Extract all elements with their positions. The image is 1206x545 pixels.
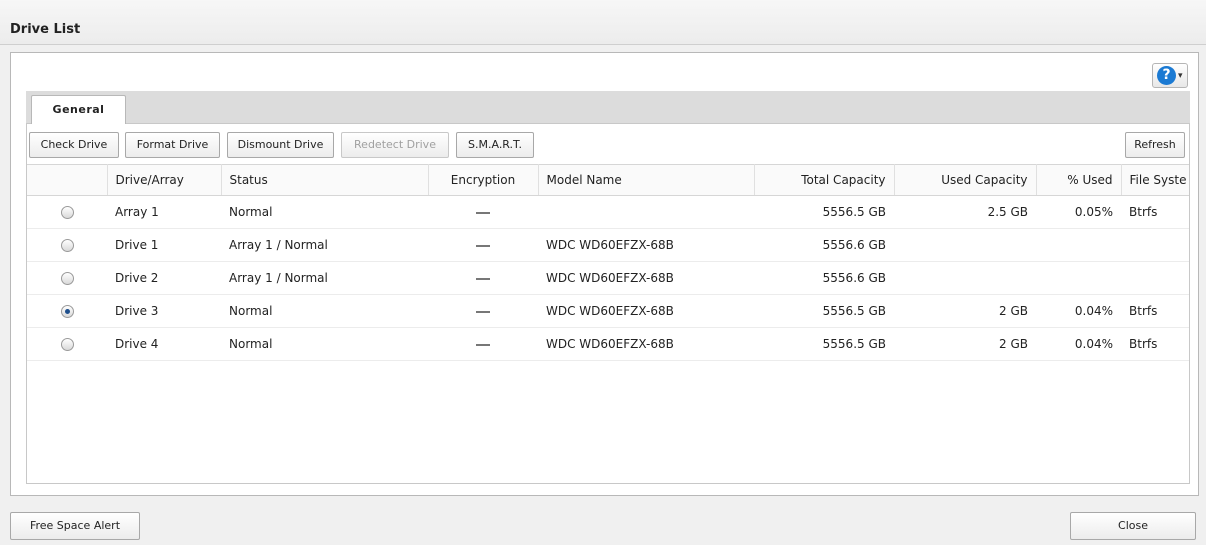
encryption-none-icon [476,310,490,313]
file-system [1121,261,1189,295]
model-name: WDC WD60EFZX-68B [538,261,754,295]
table-row[interactable]: Drive 3 Normal WDC WD60EFZX-68B 5556.5 G… [27,294,1189,328]
column-header-select [27,164,108,196]
total-capacity: 5556.5 GB [754,294,894,328]
total-capacity: 5556.5 GB [754,327,894,361]
tab-general[interactable]: General [31,95,126,124]
free-space-alert-button[interactable]: Free Space Alert [10,512,140,540]
drive-table: Drive/Array Status Encryption Model Name… [27,164,1189,361]
table-row[interactable]: Drive 2 Array 1 / Normal WDC WD60EFZX-68… [27,261,1189,295]
table-row[interactable]: Array 1 Normal 5556.5 GB 2.5 GB 0.05% Bt… [27,195,1189,229]
file-system: Btrfs [1121,327,1189,361]
drive-name: Drive 1 [107,228,221,262]
encryption-none-icon [476,211,490,214]
total-capacity: 5556.6 GB [754,228,894,262]
drive-status: Normal [221,294,428,328]
percent-used: 0.04% [1036,294,1121,328]
help-icon: ? [1157,66,1176,85]
model-name [538,195,754,229]
table-row[interactable]: Drive 1 Array 1 / Normal WDC WD60EFZX-68… [27,228,1189,262]
drive-status: Normal [221,327,428,361]
drive-status: Array 1 / Normal [221,228,428,262]
column-header-encryption[interactable]: Encryption [428,164,539,196]
row-radio[interactable] [60,272,74,285]
format-drive-button[interactable]: Format Drive [125,132,220,158]
drive-name: Drive 4 [107,327,221,361]
file-system: Btrfs [1121,195,1189,229]
drive-name: Array 1 [107,195,221,229]
column-header-status[interactable]: Status [221,164,429,196]
encryption-none-icon [476,244,490,247]
check-drive-button[interactable]: Check Drive [29,132,119,158]
row-radio[interactable] [60,206,74,219]
toolbar: Check Drive Format Drive Dismount Drive … [27,132,1189,160]
row-radio[interactable] [60,338,74,351]
percent-used: 0.04% [1036,327,1121,361]
percent-used [1036,261,1121,295]
used-capacity [894,228,1036,262]
column-header-file-system[interactable]: File Syste [1121,164,1189,196]
drive-name: Drive 3 [107,294,221,328]
model-name: WDC WD60EFZX-68B [538,228,754,262]
model-name: WDC WD60EFZX-68B [538,294,754,328]
column-header-model-name[interactable]: Model Name [538,164,755,196]
help-button[interactable]: ? ▾ [1152,63,1188,88]
used-capacity: 2 GB [894,327,1036,361]
drive-list-panel: ? ▾ General Check Drive Format Drive Dis… [10,52,1199,496]
model-name: WDC WD60EFZX-68B [538,327,754,361]
table-row[interactable]: Drive 4 Normal WDC WD60EFZX-68B 5556.5 G… [27,327,1189,361]
used-capacity [894,261,1036,295]
percent-used [1036,228,1121,262]
column-header-total-capacity[interactable]: Total Capacity [754,164,895,196]
window-title: Drive List [10,22,81,37]
drive-status: Normal [221,195,428,229]
used-capacity: 2.5 GB [894,195,1036,229]
close-button[interactable]: Close [1070,512,1196,540]
total-capacity: 5556.6 GB [754,261,894,295]
smart-button[interactable]: S.M.A.R.T. [456,132,534,158]
file-system: Btrfs [1121,294,1189,328]
row-radio-selected[interactable] [60,305,74,318]
tab-bar: General [26,91,1190,124]
table-header-row: Drive/Array Status Encryption Model Name… [27,164,1189,196]
redetect-drive-button[interactable]: Redetect Drive [341,132,449,158]
column-header-used-capacity[interactable]: Used Capacity [894,164,1037,196]
drive-status: Array 1 / Normal [221,261,428,295]
drive-list: Check Drive Format Drive Dismount Drive … [26,124,1190,484]
column-header-drive-array[interactable]: Drive/Array [107,164,222,196]
encryption-none-icon [476,343,490,346]
encryption-none-icon [476,277,490,280]
window-title-bar: Drive List [0,0,1206,45]
total-capacity: 5556.5 GB [754,195,894,229]
refresh-button[interactable]: Refresh [1125,132,1185,158]
used-capacity: 2 GB [894,294,1036,328]
file-system [1121,228,1189,262]
row-radio[interactable] [60,239,74,252]
column-header-percent-used[interactable]: % Used [1036,164,1122,196]
dismount-drive-button[interactable]: Dismount Drive [227,132,334,158]
drive-name: Drive 2 [107,261,221,295]
chevron-down-icon: ▾ [1178,71,1183,81]
percent-used: 0.05% [1036,195,1121,229]
